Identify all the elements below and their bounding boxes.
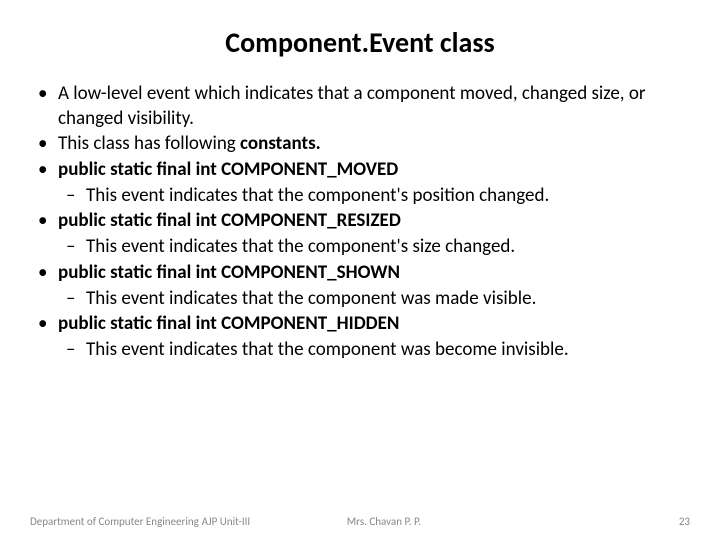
slide-footer: Department of Computer Engineering AJP U… [0, 515, 720, 528]
bullet-text-bold: public static final int COMPONENT_RESIZE… [58, 209, 401, 232]
slide: Component.Event class A low-level event … [0, 0, 720, 540]
bullet-text-bold: constants. [240, 132, 321, 155]
bullet-item: public static final int COMPONENT_MOVED [30, 158, 690, 183]
footer-page-number: 23 [545, 515, 690, 528]
bullet-item: This class has following constants. [30, 132, 690, 157]
sub-bullet-item: This event indicates that the component … [30, 287, 690, 312]
bullet-text-bold: public static final int COMPONENT_HIDDEN [58, 312, 399, 335]
bullet-text: A low-level event which indicates that a… [58, 82, 645, 130]
sub-bullet-item: This event indicates that the component'… [30, 184, 690, 209]
slide-content: A low-level event which indicates that a… [30, 82, 690, 363]
sub-bullet-text: This event indicates that the component … [86, 338, 569, 361]
footer-author: Mrs. Chavan P. P. [347, 515, 545, 528]
bullet-text: This class has following [58, 132, 240, 155]
sub-bullet-text: This event indicates that the component … [86, 287, 536, 310]
sub-bullet-item: This event indicates that the component'… [30, 235, 690, 260]
bullet-item: public static final int COMPONENT_HIDDEN [30, 312, 690, 337]
slide-title: Component.Event class [30, 25, 690, 60]
bullet-item: public static final int COMPONENT_RESIZE… [30, 209, 690, 234]
sub-bullet-text: This event indicates that the component'… [86, 235, 515, 258]
bullet-text-bold: public static final int COMPONENT_SHOWN [58, 261, 400, 284]
sub-bullet-text: This event indicates that the component'… [86, 184, 549, 207]
bullet-item: A low-level event which indicates that a… [30, 82, 690, 131]
footer-department: Department of Computer Engineering [30, 515, 202, 528]
bullet-item: public static final int COMPONENT_SHOWN [30, 261, 690, 286]
footer-unit: AJP Unit-III [202, 515, 347, 528]
bullet-text-bold: public static final int COMPONENT_MOVED [58, 158, 398, 181]
bullet-list: A low-level event which indicates that a… [30, 82, 690, 363]
sub-bullet-item: This event indicates that the component … [30, 338, 690, 363]
